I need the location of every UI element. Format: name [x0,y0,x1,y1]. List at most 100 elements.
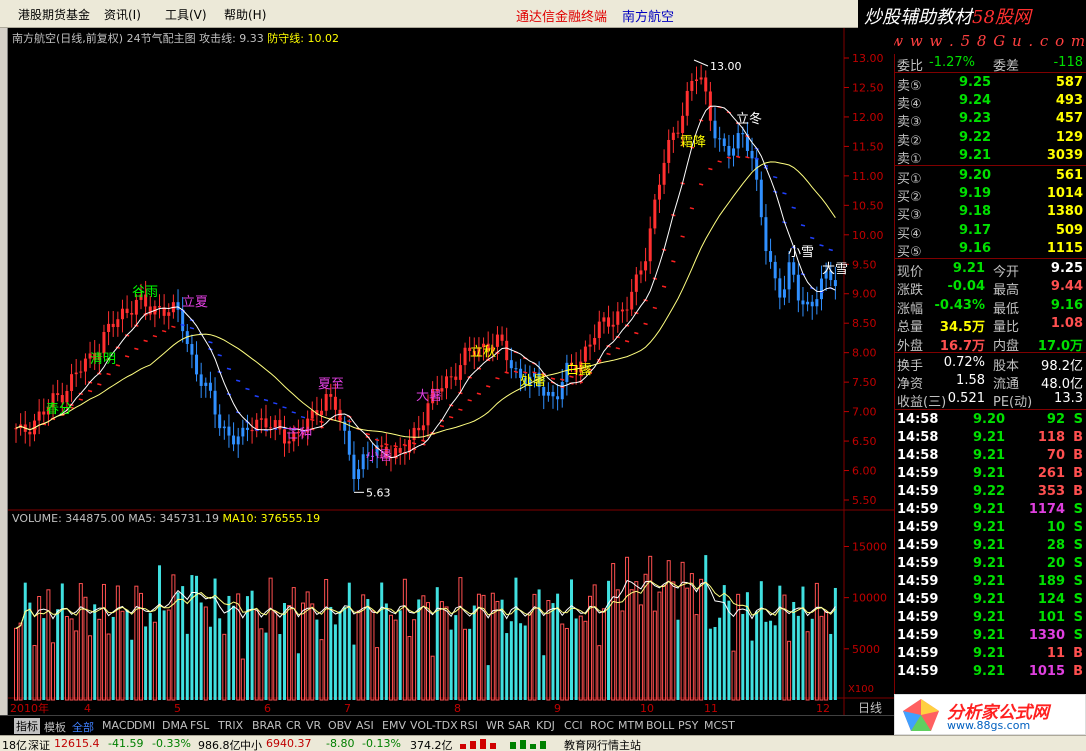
volume-ma5: MA5: 345731.19 [128,512,219,525]
tab-psy[interactable]: PSY [678,719,698,732]
tab-cci[interactable]: CCI [564,719,583,732]
bid-label: 买④ [897,226,922,242]
tab-vr[interactable]: VR [306,719,321,732]
period-label[interactable]: 日线 [858,701,882,715]
tick-price: 9.21 [973,646,1006,661]
menu-item-info[interactable]: 资讯(I) [104,6,141,23]
ma-band-hatch [523,371,528,374]
volume-bar [597,645,602,701]
solar-term-label: 夏至 [318,377,344,392]
date-axis-label: 9 [554,702,561,715]
left-scroll-strip[interactable] [0,28,8,715]
bid-label: 买⑤ [897,244,922,260]
ma-band-hatch [411,442,417,445]
volume-bar [634,581,639,701]
tick-side: S [1073,502,1083,517]
ma-band-hatch [374,438,380,442]
tab-dmi[interactable]: DMI [134,719,155,732]
tab-kdj[interactable]: KDJ [536,719,555,732]
bid-volume: 561 [1055,168,1083,183]
ma-band-hatch [726,156,732,159]
candle-body [759,179,763,218]
volume-tick-label: 10000 [852,592,887,605]
tick-row: 14:59 9.21 11 B [895,645,1086,663]
tab-asi[interactable]: ASI [356,719,374,732]
tab-模板[interactable]: 模板 [44,719,66,735]
order-ratio-row: 委比 -1.27% 委差 -118 [895,54,1086,74]
menu-item-help[interactable]: 帮助(H) [224,6,266,23]
volume-bar [111,616,115,700]
tab-mcst[interactable]: MCST [704,719,735,732]
kline-chart[interactable]: 13.00 12.50 12.00 11.50 11.00 10.50 10.00 9.50 9… [8,28,894,715]
tick-side: B [1073,466,1083,481]
server-name[interactable]: 教育网行情主站 [564,737,641,751]
tab-dma[interactable]: DMA [162,719,188,732]
fundamental-row: 收益(三) 0.521 PE(动) 13.3 [895,390,1086,410]
tab-sar[interactable]: SAR [508,719,530,732]
tick-side: S [1073,610,1083,625]
panel-separator [895,409,1086,410]
tab-emv[interactable]: EMV [382,719,406,732]
tick-side: B [1073,430,1083,445]
candle-body [273,420,277,428]
tab-cr[interactable]: CR [286,719,301,732]
volume-bar [694,614,699,701]
ma-band-hatch [448,415,454,419]
volume-bar [671,581,676,701]
volume-bar [106,633,111,701]
tab-brar[interactable]: BRAR [252,719,282,732]
ma-band-hatch [291,411,296,414]
ma-band-hatch [606,352,611,356]
chart-panel[interactable]: 南方航空(日线,前复权) 24节气配主图 攻击线: 9.33 防守线: 10.0… [8,28,894,715]
solar-term-label: 谷雨 [132,285,158,300]
volume-bar [171,574,176,701]
volume-bar [778,585,782,700]
candle-body [602,317,606,322]
candle-body [352,454,356,479]
stat-row: 现价 9.21 今开 9.25 [895,260,1086,280]
app-title: 通达信金融终端 [516,10,608,25]
bid-label: 买③ [897,208,922,224]
tab-rsi[interactable]: RSI [460,719,478,732]
bid-price: 9.19 [959,186,992,202]
ma-band-hatch [698,183,704,186]
ma-band-hatch [773,175,778,179]
tab-mtm[interactable]: MTM [618,719,644,732]
volume-bar [329,606,333,700]
candle-body [83,358,87,372]
ma-band-hatch [754,157,759,160]
tab-全部[interactable]: 全部 [72,719,94,735]
ask-row: 卖⑤ 9.25 587 [895,74,1086,94]
market-breadth-bars [460,738,560,751]
volume-bar [629,589,634,701]
tick-side: B [1073,664,1083,679]
candle-body [130,313,134,315]
volume-bar [319,639,324,701]
candle-body [778,278,782,298]
tab-trix[interactable]: TRIX [218,719,243,732]
tab-wr[interactable]: WR [486,719,505,732]
menu-item-tools[interactable]: 工具(V) [165,6,207,23]
tick-side: S [1073,574,1083,589]
fundamental-label: 股本 [993,359,1020,374]
volume-bar [222,633,227,701]
tab-vol-tdx[interactable]: VOL-TDX [410,719,458,732]
menu-item-hk-futures-funds[interactable]: 港股期货基金 [18,6,90,23]
tab-fsl[interactable]: FSL [190,719,209,732]
stat-value: 34.5万 [939,320,985,336]
tab-roc[interactable]: ROC [590,719,614,732]
price-tick-label: 7.50 [852,376,877,389]
volume-bar [805,631,810,701]
tick-price: 9.20 [973,412,1006,427]
candle-body [732,148,736,156]
tab-macd[interactable]: MACD [102,719,135,732]
tab-boll[interactable]: BOLL [646,719,674,732]
tick-price: 9.22 [973,484,1006,499]
tab-指标[interactable]: 指标 [14,718,40,734]
bid-row: 买① 9.20 561 [895,167,1086,187]
date-axis-label: 6 [264,702,271,715]
candle-body [773,261,777,279]
volume-bar [519,623,523,700]
ma-band-hatch [671,260,676,263]
tab-obv[interactable]: OBV [328,719,351,732]
